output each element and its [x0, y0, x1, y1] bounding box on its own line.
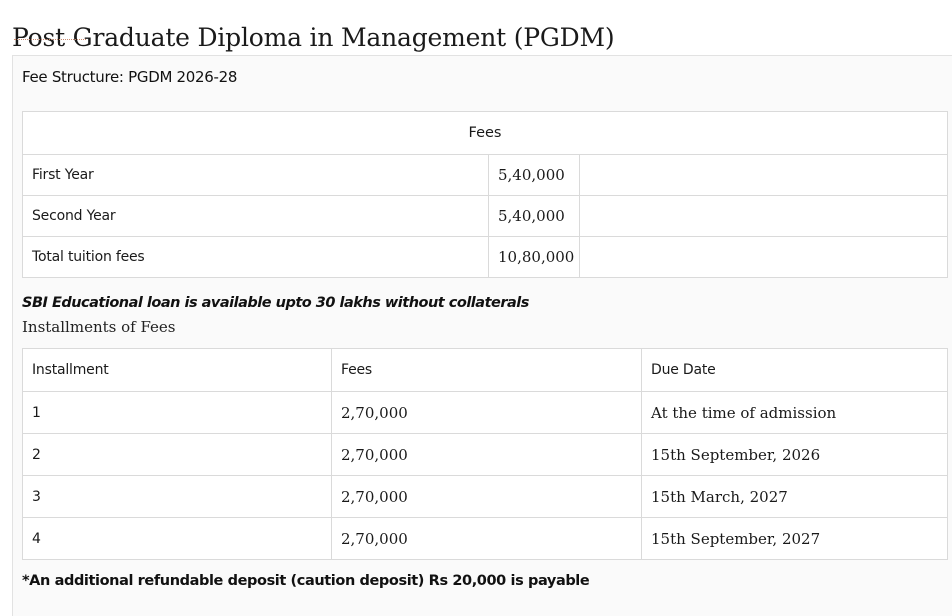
installment-fees: 2,70,000	[331, 475, 642, 518]
fee-row-amount: 10,80,000	[488, 236, 580, 278]
due-date-column-header: Due Date	[641, 348, 948, 392]
fee-row-label: First Year	[22, 154, 489, 196]
table-row: Total tuition fees 10,80,000	[22, 236, 948, 278]
installments-caption: Installments of Fees	[22, 318, 176, 336]
installments-table: Installment Fees Due Date 1 2,70,000 At …	[22, 348, 948, 560]
fee-structure-heading: Fee Structure: PGDM 2026-28	[22, 68, 238, 86]
installment-due-date: At the time of admission	[641, 391, 948, 434]
page-title: Post Graduate Diploma in Management (PGD…	[12, 22, 615, 52]
fee-row-label: Total tuition fees	[22, 236, 489, 278]
fee-structure-table: Fees First Year 5,40,000 Second Year 5,4…	[22, 111, 948, 278]
fee-column-header: Fees	[22, 111, 948, 155]
title-underline-decoration	[14, 39, 86, 40]
fee-row-label: Second Year	[22, 195, 489, 237]
installment-due-date: 15th September, 2026	[641, 433, 948, 476]
installment-due-date: 15th September, 2027	[641, 517, 948, 560]
installment-fees: 2,70,000	[331, 391, 642, 434]
table-row: 4 2,70,000 15th September, 2027	[22, 517, 948, 560]
installment-number: 4	[22, 517, 332, 560]
loan-note: SBI Educational loan is available upto 3…	[22, 295, 529, 311]
fee-row-amount: 5,40,000	[488, 195, 580, 237]
installment-number: 2	[22, 433, 332, 476]
installment-column-header: Installment	[22, 348, 332, 392]
table-row: 1 2,70,000 At the time of admission	[22, 391, 948, 434]
table-row: Second Year 5,40,000	[22, 195, 948, 237]
table-row: First Year 5,40,000	[22, 154, 948, 196]
installment-number: 3	[22, 475, 332, 518]
installment-due-date: 15th March, 2027	[641, 475, 948, 518]
fee-table-header-row: Fees	[22, 111, 948, 155]
installment-number: 1	[22, 391, 332, 434]
installments-header-row: Installment Fees Due Date	[22, 348, 948, 392]
installment-fees: 2,70,000	[331, 433, 642, 476]
deposit-note: *An additional refundable deposit (cauti…	[22, 573, 590, 589]
fees-column-header: Fees	[331, 348, 642, 392]
fee-row-empty-cell	[579, 236, 948, 278]
table-row: 3 2,70,000 15th March, 2027	[22, 475, 948, 518]
fee-row-empty-cell	[579, 195, 948, 237]
fee-row-amount: 5,40,000	[488, 154, 580, 196]
table-row: 2 2,70,000 15th September, 2026	[22, 433, 948, 476]
fee-row-empty-cell	[579, 154, 948, 196]
installment-fees: 2,70,000	[331, 517, 642, 560]
